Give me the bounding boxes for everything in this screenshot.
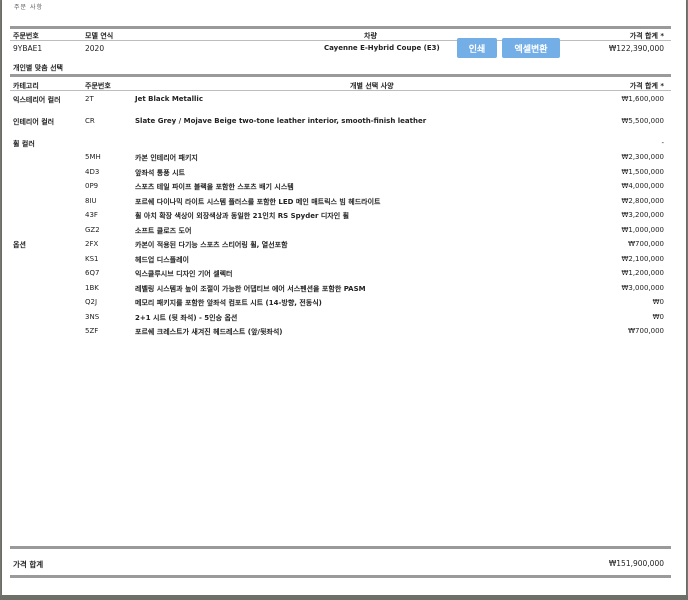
header-divider xyxy=(10,40,671,41)
footer-total-label: 가격 합계 xyxy=(13,560,44,569)
row-code: 0P9 xyxy=(85,182,99,190)
print-button[interactable]: 인쇄 xyxy=(457,38,497,58)
order-no-value: 9YBAE1 xyxy=(13,44,43,53)
row-code: 2T xyxy=(85,95,94,103)
row-code: 5MH xyxy=(85,153,101,161)
row-code: 5ZF xyxy=(85,327,99,335)
row-code: CR xyxy=(85,117,95,125)
row-price: ₩1,500,000 xyxy=(621,168,664,176)
header-rule xyxy=(10,26,671,29)
row-code: 1BK xyxy=(85,284,99,292)
row-description: 카본이 적용된 다기능 스포츠 스티어링 휠, 열선포함 xyxy=(135,241,288,249)
row-code: KS1 xyxy=(85,255,99,263)
footer-total-value: ₩151,900,000 xyxy=(608,559,664,568)
row-description: 앞좌석 통풍 시트 xyxy=(135,169,185,177)
row-price: ₩1,600,000 xyxy=(621,95,664,103)
order-summary-sheet: 주문 사항 주문번호 모델 연식 차량 가격 합계 * 9YBAE1 2020 … xyxy=(2,0,686,595)
row-description: 포르쉐 크레스트가 새겨진 헤드레스트 (앞/뒷좌석) xyxy=(135,328,283,336)
row-code: Q2J xyxy=(85,298,98,306)
row-price: ₩3,000,000 xyxy=(621,284,664,292)
row-category: 익스테리어 컬러 xyxy=(13,96,61,104)
row-description: 헤드업 디스플레이 xyxy=(135,256,189,264)
row-description: Slate Grey / Mojave Beige two-tone leath… xyxy=(135,117,427,125)
footer-bottom-rule xyxy=(10,575,671,578)
row-price: ₩2,300,000 xyxy=(621,153,664,161)
row-code: 4D3 xyxy=(85,168,100,176)
row-description: 2+1 시트 (뒷 좌석) - 5인승 옵션 xyxy=(135,314,238,322)
row-category: 인테리어 컬러 xyxy=(13,118,55,126)
vehicle-value: Cayenne E-Hybrid Coupe (E3) xyxy=(324,44,440,52)
row-category: 옵션 xyxy=(13,241,26,249)
row-code: 6Q7 xyxy=(85,269,100,277)
row-price: ₩700,000 xyxy=(628,327,664,335)
model-year-value: 2020 xyxy=(85,44,105,53)
row-code: GZ2 xyxy=(85,226,100,234)
options-header-rule xyxy=(10,74,671,77)
row-code: 43F xyxy=(85,211,98,219)
row-description: Jet Black Metallic xyxy=(135,95,203,103)
row-description: 익스클루시브 디자인 기어 셀렉터 xyxy=(135,270,233,278)
row-price: ₩2,100,000 xyxy=(621,255,664,263)
order-price-value: ₩122,390,000 xyxy=(608,44,664,53)
background-edge xyxy=(0,595,688,600)
row-price: ₩3,200,000 xyxy=(621,211,664,219)
footer-top-rule xyxy=(10,546,671,549)
options-header-divider xyxy=(10,90,671,91)
row-code: 8IU xyxy=(85,197,97,205)
row-price: ₩5,500,000 xyxy=(621,117,664,125)
row-description: 소프트 클로즈 도어 xyxy=(135,227,192,235)
row-price: ₩0 xyxy=(652,298,664,306)
row-description: 카본 인테리어 패키지 xyxy=(135,154,198,162)
row-price: ₩700,000 xyxy=(628,240,664,248)
row-price: ₩0 xyxy=(652,313,664,321)
row-price: ₩1,200,000 xyxy=(621,269,664,277)
row-price: ₩4,000,000 xyxy=(621,182,664,190)
row-description: 메모리 패키지를 포함한 앞좌석 컴포트 시트 (14-방향, 전동식) xyxy=(135,299,322,307)
row-code: 3NS xyxy=(85,313,100,321)
row-description: 레벨링 시스템과 높이 조절이 가능한 어댑티브 에어 서스펜션을 포함한 PA… xyxy=(135,285,366,293)
row-description: 포르쉐 다이나믹 라이트 시스템 플러스를 포함한 LED 메인 매트릭스 빔 … xyxy=(135,198,381,206)
custom-section-title: 개인별 맞춤 선택 xyxy=(13,64,63,72)
row-category: 휠 컬러 xyxy=(13,140,35,148)
row-code: 2FX xyxy=(85,240,99,248)
row-price: - xyxy=(661,139,664,147)
row-price: ₩1,000,000 xyxy=(621,226,664,234)
excel-export-button[interactable]: 엑셀변환 xyxy=(502,38,560,58)
row-description: 스포츠 테일 파이프 블랙을 포함한 스포츠 배기 시스템 xyxy=(135,183,294,191)
row-price: ₩2,800,000 xyxy=(621,197,664,205)
row-description: 휠 아치 확장 색상이 외장색상과 동일한 21인치 RS Spyder 디자인… xyxy=(135,212,350,220)
top-cut-text: 주문 사항 xyxy=(14,4,43,11)
